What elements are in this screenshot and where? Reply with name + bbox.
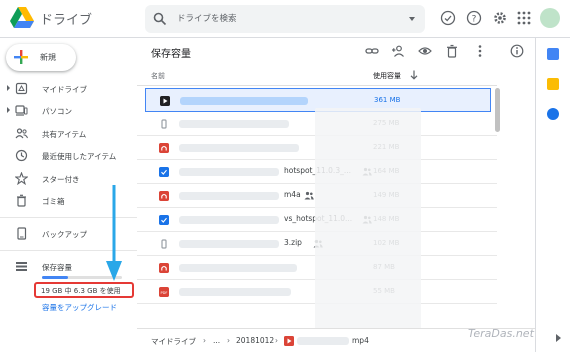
sidebar-item-label: 最近使用したアイテム: [42, 152, 117, 161]
computers-icon: [15, 105, 28, 116]
doc-file-icon: [159, 215, 169, 225]
shared-people-icon: [304, 191, 314, 200]
chevron-right-icon[interactable]: [556, 334, 561, 342]
top-bar: ドライブ ?: [0, 0, 570, 38]
breadcrumb-item-folder[interactable]: 20181012: [236, 336, 274, 345]
drive-logo-icon[interactable]: [10, 7, 34, 29]
info-icon[interactable]: [510, 44, 524, 58]
breadcrumb-separator: ›: [227, 336, 230, 345]
star-icon: [15, 172, 28, 185]
audio-file-icon: [159, 263, 169, 273]
storage-usage-highlight: 19 GB 中 6.3 GB を使用: [34, 282, 134, 298]
audio-file-icon: [159, 143, 169, 153]
offline-check-icon[interactable]: [440, 10, 456, 26]
link-icon[interactable]: [365, 44, 379, 58]
sidebar-item-shared[interactable]: 共有アイテム: [0, 124, 137, 144]
sidebar-item-label: 共有アイテム: [42, 130, 87, 139]
backup-icon: [17, 227, 27, 240]
video-file-icon: [160, 96, 170, 106]
settings-icon[interactable]: [492, 10, 508, 26]
svg-text:?: ?: [472, 14, 477, 24]
generic-file-icon: [161, 119, 167, 129]
sidebar-item-recent[interactable]: 最近使用したアイテム: [0, 146, 137, 166]
sidebar-item-label: スター付き: [42, 175, 80, 184]
expand-arrow-icon[interactable]: [7, 107, 10, 113]
sidebar-item-label: バックアップ: [42, 230, 87, 239]
audio-file-icon: [159, 191, 169, 201]
preview-eye-icon[interactable]: [418, 44, 432, 58]
search-bar[interactable]: [145, 5, 425, 33]
video-file-icon: [284, 336, 294, 346]
breadcrumb-item-ellipsis[interactable]: ...: [213, 336, 220, 345]
app-name: ドライブ: [40, 13, 93, 28]
keep-icon[interactable]: [547, 78, 559, 90]
storage-usage-text: 19 GB 中 6.3 GB を使用: [41, 287, 121, 295]
calendar-icon[interactable]: [547, 48, 559, 60]
file-size: 361 MB: [374, 96, 401, 104]
recent-clock-icon: [15, 149, 28, 162]
expand-arrow-icon[interactable]: [7, 85, 10, 91]
search-input[interactable]: [177, 5, 397, 33]
search-icon[interactable]: [153, 12, 167, 26]
generic-file-icon: [161, 239, 167, 249]
new-button[interactable]: 新規: [6, 44, 76, 71]
svg-text:PDF: PDF: [160, 291, 167, 295]
watermark: TeraDas.net: [468, 327, 534, 340]
doc-file-icon: [159, 167, 169, 177]
sidebar-item-label: 保存容量: [42, 263, 72, 272]
vertical-scrollbar[interactable]: [495, 88, 500, 132]
sidebar-item-label: パソコン: [42, 107, 72, 116]
storage-usage-fill: [42, 276, 69, 279]
privacy-blur-overlay: [315, 108, 421, 352]
delete-trash-icon[interactable]: [445, 44, 459, 58]
redacted-file-name: [179, 120, 289, 128]
upgrade-storage-link[interactable]: 容量をアップグレード: [42, 302, 117, 313]
sidebar: 新規 マイドライブ パソコン 共有アイテム 最近使用したアイテム スター付き ゴ…: [0, 38, 137, 352]
breadcrumb-item-file[interactable]: mp4: [352, 336, 369, 345]
column-header-row: 名前 使用容量: [137, 66, 497, 86]
avatar[interactable]: [540, 8, 560, 28]
shared-icon: [15, 128, 28, 139]
file-name: m4a: [284, 190, 301, 199]
more-vert-icon[interactable]: [473, 44, 487, 58]
redacted-file-name: [180, 97, 308, 105]
new-button-label: 新規: [40, 53, 56, 62]
file-name: 3.zip: [284, 238, 302, 247]
my-drive-icon: [15, 82, 28, 95]
sidebar-item-label: マイドライブ: [42, 85, 87, 94]
side-panel-rail: [535, 38, 570, 352]
search-options-caret-icon[interactable]: [409, 17, 415, 21]
breadcrumb-item-my-drive[interactable]: マイドライブ: [151, 336, 196, 347]
sidebar-item-my-drive[interactable]: マイドライブ: [0, 79, 137, 99]
sort-descending-arrow-icon[interactable]: [410, 70, 418, 80]
redacted-file-name: [179, 288, 291, 296]
pdf-file-icon: PDF: [159, 287, 169, 297]
redacted-file-name: [179, 264, 297, 272]
redacted-file-name: [179, 240, 279, 248]
sidebar-item-label: ゴミ箱: [42, 197, 65, 206]
breadcrumb-separator: ›: [275, 336, 278, 345]
column-size-header[interactable]: 使用容量: [373, 71, 401, 81]
help-icon[interactable]: ?: [466, 10, 482, 26]
annotation-down-arrow: [106, 185, 122, 281]
trash-icon: [17, 194, 26, 207]
plus-icon: [14, 50, 28, 64]
add-person-icon[interactable]: [391, 44, 405, 58]
column-name-header[interactable]: 名前: [151, 71, 165, 81]
redacted-file-name: [179, 216, 279, 224]
redacted-file-name: [297, 337, 349, 345]
tasks-icon[interactable]: [547, 108, 559, 120]
redacted-file-name: [179, 192, 279, 200]
redacted-file-name: [179, 168, 279, 176]
sidebar-item-computers[interactable]: パソコン: [0, 101, 137, 121]
apps-grid-icon[interactable]: [516, 10, 532, 26]
main-content: 保存容量 名前 使用容量 361 MB275 MB221 MBhotspot_1…: [137, 38, 535, 352]
storage-icon: [16, 262, 27, 271]
page-title: 保存容量: [151, 49, 191, 60]
breadcrumb-separator: ›: [203, 336, 206, 345]
redacted-file-name: [179, 144, 299, 152]
